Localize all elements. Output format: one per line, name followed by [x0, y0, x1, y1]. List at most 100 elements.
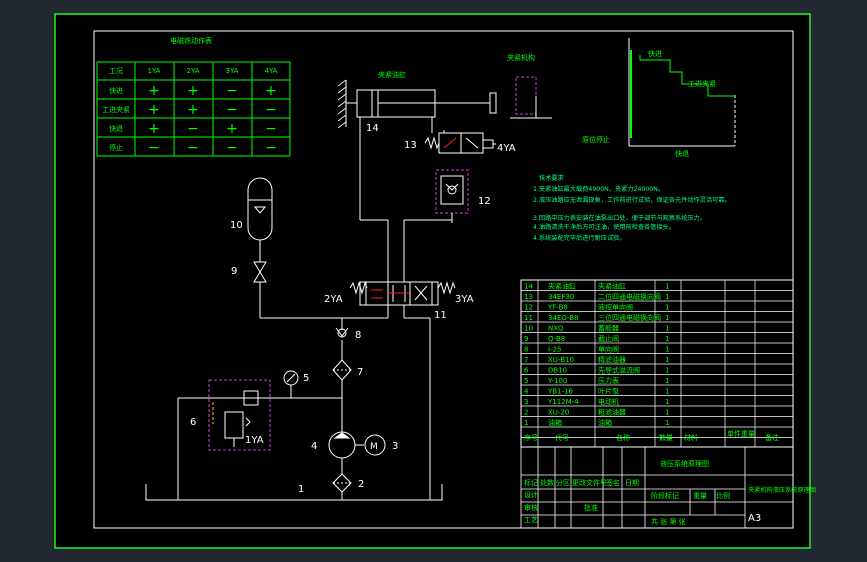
parts-list-cell: I-25 — [548, 346, 562, 354]
graph-label-stop: 原位停止 — [582, 135, 610, 144]
component-number: 14 — [366, 123, 379, 134]
table-cell: − — [148, 140, 160, 156]
parts-list-cell: Y-100 — [547, 377, 567, 385]
table-cell: − — [265, 102, 277, 118]
parts-list-cell: Y112M-4 — [547, 398, 579, 406]
table-cell: + — [187, 102, 199, 118]
parts-list-cell: 二位四通电磁换向阀 — [598, 292, 661, 301]
table-header-cell: 工况 — [109, 67, 123, 75]
parts-list-cell: YF-B8 — [547, 304, 568, 312]
sheet-size: A3 — [748, 513, 761, 524]
component-number: 8 — [355, 330, 361, 341]
tb-label: 日期 — [625, 479, 639, 487]
solenoid-1ya-label: 1YA — [245, 435, 264, 446]
parts-list-cell: 1 — [665, 293, 669, 301]
tb-label: 分区 — [556, 478, 570, 487]
sheet-label: 共 张 第 张 — [651, 517, 686, 526]
parts-list-cell: 液控单向阀 — [598, 303, 633, 312]
parts-list-cell: 油箱 — [598, 418, 612, 427]
tb-label: 工艺 — [524, 516, 538, 524]
parts-list-cell: 压力表 — [598, 376, 619, 385]
parts-list-cell: 1 — [665, 356, 669, 364]
weight-label: 重量 — [693, 492, 707, 500]
parts-list-cell: 油箱 — [548, 418, 562, 427]
parts-header-cell: 数量 — [659, 433, 673, 442]
parts-header-cell: 备注 — [765, 433, 779, 442]
parts-list-cell: NXQ — [548, 325, 564, 333]
tb-label: 批准 — [584, 503, 598, 512]
component-number: 7 — [357, 367, 363, 378]
solenoid-2ya-label: 2YA — [324, 294, 343, 305]
table-cell: 快进 — [109, 86, 123, 95]
electromagnet-table-title: 电磁铁动作表 — [170, 36, 212, 45]
parts-list-cell: 34EF30 — [548, 293, 574, 301]
component-number: 12 — [478, 196, 491, 207]
tech-note-line: 4.系统装配完毕后进行耐压试验。 — [533, 234, 626, 242]
component-number: 2 — [358, 479, 364, 490]
component-number: 4 — [311, 441, 317, 452]
tb-label: 更改文件号 — [572, 478, 607, 487]
component-number: 11 — [434, 310, 447, 321]
tb-label: 标记 — [524, 478, 538, 487]
tb-label: 处数 — [540, 478, 554, 487]
table-cell: + — [187, 83, 199, 99]
table-cell: − — [187, 121, 199, 137]
parts-list-cell: 截止阀 — [598, 334, 619, 343]
parts-list-cell: 1 — [665, 304, 669, 312]
parts-list-cell: XU-20 — [548, 409, 569, 417]
parts-list-cell: 叶片泵 — [598, 387, 619, 396]
clamp-mechanism-label: 夹紧机构 — [507, 53, 535, 62]
parts-list-cell: 三位四通电磁换向阀 — [598, 313, 661, 322]
parts-list-cell: 1 — [665, 409, 669, 417]
table-header-cell: 1YA — [148, 67, 161, 75]
parts-header-cell: 材料 — [684, 433, 698, 442]
table-cell: 停止 — [109, 143, 123, 152]
parts-list-cell: 1 — [665, 325, 669, 333]
parts-list-cell: 先导式溢流阀 — [598, 366, 640, 375]
parts-list-cell: 1 — [665, 367, 669, 375]
component-number: 10 — [230, 220, 243, 231]
tech-note-line: 4.油路清洗干净后方可注油，使用前检查各管接头。 — [533, 223, 675, 231]
table-header-cell: 3YA — [226, 67, 239, 75]
solenoid-3ya-label: 3YA — [455, 294, 474, 305]
parts-list-cell: 粗滤油器 — [598, 408, 626, 417]
parts-list-cell: 13 — [524, 293, 533, 301]
drawing-name: 液压系统原理图 — [660, 459, 709, 468]
parts-list-cell: 1 — [665, 314, 669, 322]
tech-note-line: 3.回路中压力表安装在油泵出口处，便于调节与观察系统压力。 — [533, 214, 706, 222]
parts-list-cell: DB10 — [548, 367, 567, 375]
table-cell: + — [148, 121, 160, 137]
parts-list-cell: 2 — [524, 409, 528, 417]
graph-label-fast-forward: 快进 — [648, 49, 662, 58]
tech-note-line: 2.液压油路应无泄漏现象，工作前进行试验，保证各元件动作灵活可靠。 — [533, 196, 731, 204]
cad-drawing-sheet: 电磁铁动作表 工况 1YA 2YA 3YA 4YA 快进 + + − + 工进夹… — [54, 13, 816, 549]
parts-list-cell: 单向阀 — [598, 345, 619, 354]
parts-list-cell: 9 — [524, 335, 528, 343]
project-name: 夹紧机构液压系统原理图 — [748, 486, 816, 494]
parts-list-cell: 精滤油器 — [598, 355, 626, 364]
graph-label-fast-back: 快退 — [675, 149, 689, 158]
parts-list-cell: XU-B10 — [548, 356, 574, 364]
parts-header-cell: 名称 — [616, 433, 630, 442]
parts-list-cell: 1 — [665, 283, 669, 291]
table-cell: 工进夹紧 — [102, 105, 130, 114]
table-header-cell: 4YA — [265, 67, 278, 75]
parts-list-cell: 1 — [665, 335, 669, 343]
table-cell: − — [187, 140, 199, 156]
parts-header-cell: 序号 — [524, 433, 538, 442]
parts-list-cell: 1 — [665, 377, 669, 385]
table-cell: + — [148, 102, 160, 118]
tech-note-line: 1.夹紧油缸最大载荷4900N，夹紧力24000N。 — [533, 185, 664, 193]
parts-list-cell: 10 — [524, 325, 533, 333]
parts-list-cell: 14 — [524, 283, 533, 291]
table-cell: + — [226, 121, 238, 137]
scale-label: 比例 — [716, 491, 730, 500]
component-number: 6 — [190, 417, 196, 428]
table-header-cell: 2YA — [187, 67, 200, 75]
parts-list-cell: 电动机 — [598, 397, 619, 406]
component-number: 1 — [298, 484, 304, 495]
parts-list-cell: Q-B8 — [548, 335, 565, 343]
tb-label: 审核 — [524, 503, 538, 512]
solenoid-4ya-label: 4YA — [497, 143, 516, 154]
parts-list-cell: 1 — [665, 346, 669, 354]
